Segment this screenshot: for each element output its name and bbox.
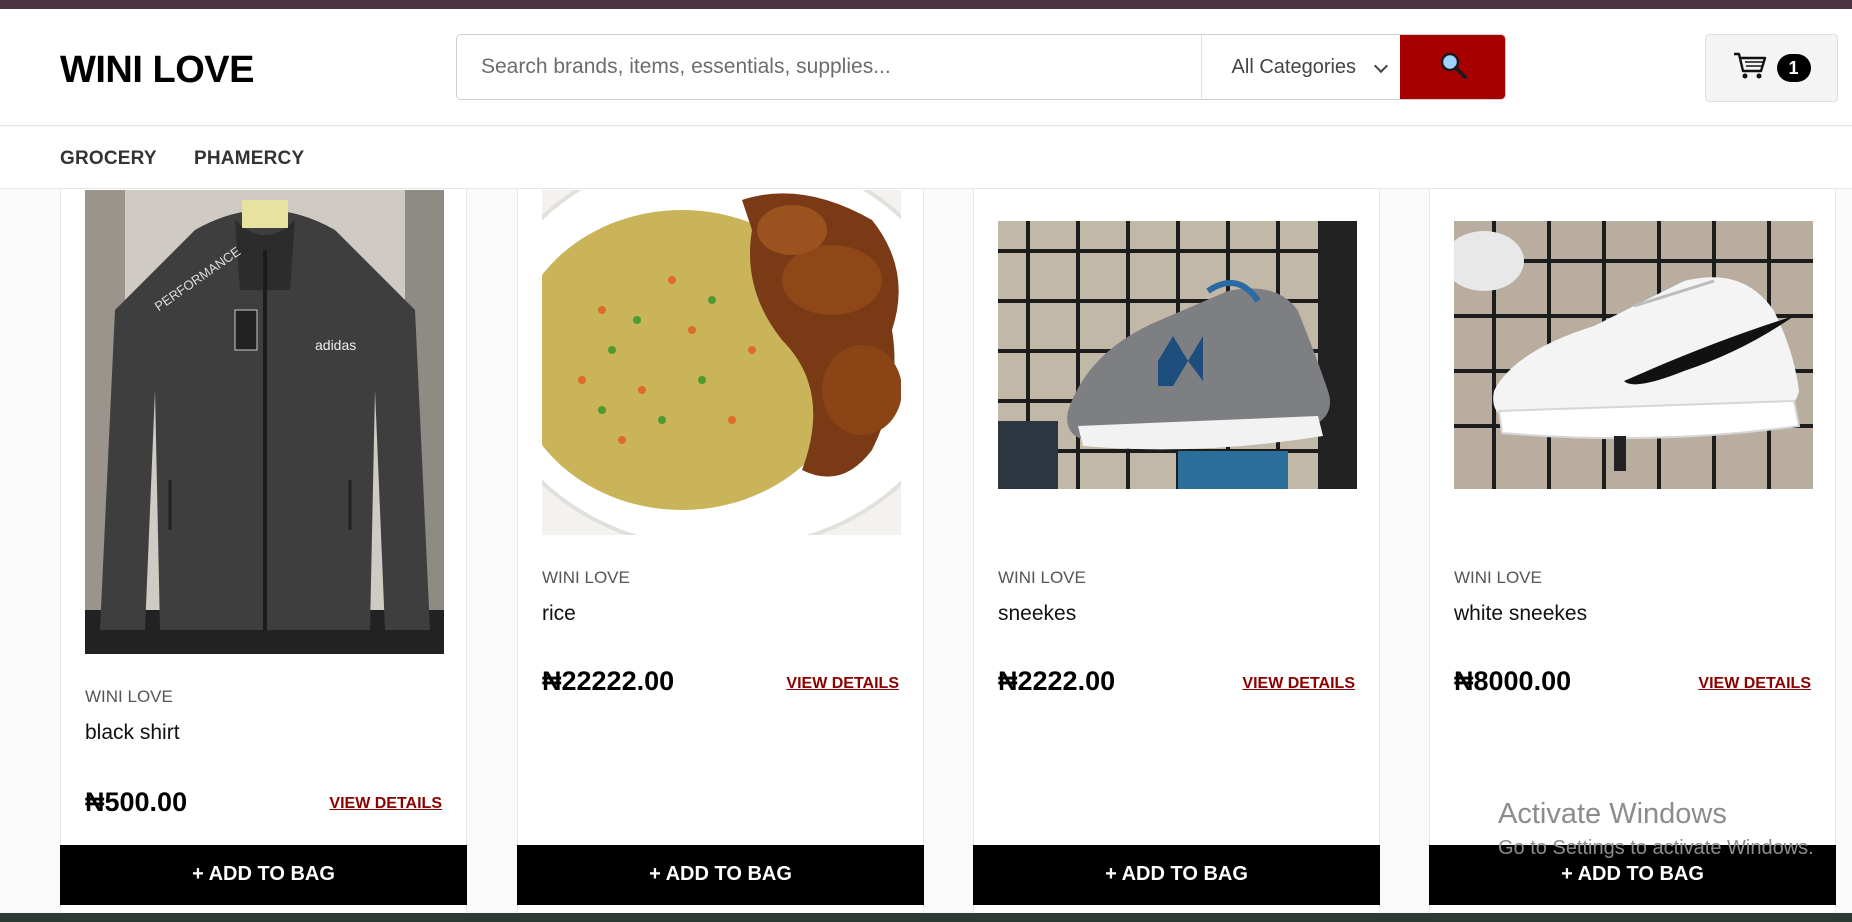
- product-name[interactable]: black shirt: [85, 721, 180, 745]
- cart-button[interactable]: 1: [1705, 34, 1838, 102]
- nav-item-grocery[interactable]: GROCERY: [60, 148, 157, 170]
- product-vendor: WINI LOVE: [998, 568, 1086, 587]
- add-to-bag-button[interactable]: + ADD TO BAG: [973, 845, 1380, 905]
- product-card: WINI LOVE rice ₦22222.00 VIEW DETAILS + …: [517, 189, 924, 919]
- add-to-bag-button[interactable]: + ADD TO BAG: [60, 845, 467, 905]
- product-name[interactable]: white sneekes: [1454, 602, 1587, 626]
- product-vendor: WINI LOVE: [85, 687, 173, 706]
- top-accent-bar: [0, 0, 1852, 9]
- product-image[interactable]: adidas PERFORMANCE: [85, 190, 444, 654]
- product-price: ₦2222.00: [998, 666, 1116, 696]
- product-price: ₦22222.00: [542, 666, 675, 696]
- view-details-link[interactable]: VIEW DETAILS: [329, 795, 442, 813]
- os-taskbar[interactable]: [0, 913, 1852, 922]
- product-image[interactable]: [998, 221, 1357, 489]
- cart-icon: [1733, 51, 1767, 86]
- product-card: WINI LOVE sneekes ₦2222.00 VIEW DETAILS …: [973, 189, 1380, 919]
- category-select-value: All Categories: [1231, 55, 1357, 78]
- windows-activation-watermark: Activate Windows Go to Settings to activ…: [1498, 798, 1814, 860]
- watermark-subtitle: Go to Settings to activate Windows.: [1498, 837, 1814, 859]
- product-price: ₦8000.00: [1454, 666, 1572, 696]
- product-image[interactable]: [1454, 221, 1813, 489]
- search-icon: [1438, 50, 1468, 85]
- product-name[interactable]: sneekes: [998, 602, 1076, 626]
- view-details-link[interactable]: VIEW DETAILS: [1698, 675, 1811, 693]
- search-input[interactable]: [457, 35, 1201, 99]
- chevron-down-icon: [1374, 58, 1389, 74]
- product-name[interactable]: rice: [542, 602, 576, 626]
- search-button[interactable]: [1400, 35, 1505, 99]
- product-card: adidas PERFORMANCE WINI LOVE black shirt…: [60, 189, 467, 919]
- search-bar: All Categories: [456, 34, 1506, 100]
- view-details-link[interactable]: VIEW DETAILS: [1242, 675, 1355, 693]
- product-vendor: WINI LOVE: [542, 568, 630, 587]
- category-select[interactable]: All Categories: [1200, 35, 1401, 99]
- product-image[interactable]: [542, 190, 901, 535]
- add-to-bag-button[interactable]: + ADD TO BAG: [517, 845, 924, 905]
- svg-text:adidas: adidas: [315, 337, 356, 353]
- site-header: WINI LOVE All Categories 1: [0, 9, 1852, 126]
- brand-logo[interactable]: WINI LOVE: [60, 49, 254, 92]
- cart-count-badge: 1: [1776, 54, 1811, 82]
- category-nav: GROCERY PHAMERCY: [0, 127, 1852, 189]
- product-price: ₦500.00: [85, 787, 188, 817]
- nav-item-phamercy[interactable]: PHAMERCY: [194, 148, 304, 170]
- watermark-title: Activate Windows: [1498, 798, 1727, 830]
- view-details-link[interactable]: VIEW DETAILS: [786, 675, 899, 693]
- product-vendor: WINI LOVE: [1454, 568, 1542, 587]
